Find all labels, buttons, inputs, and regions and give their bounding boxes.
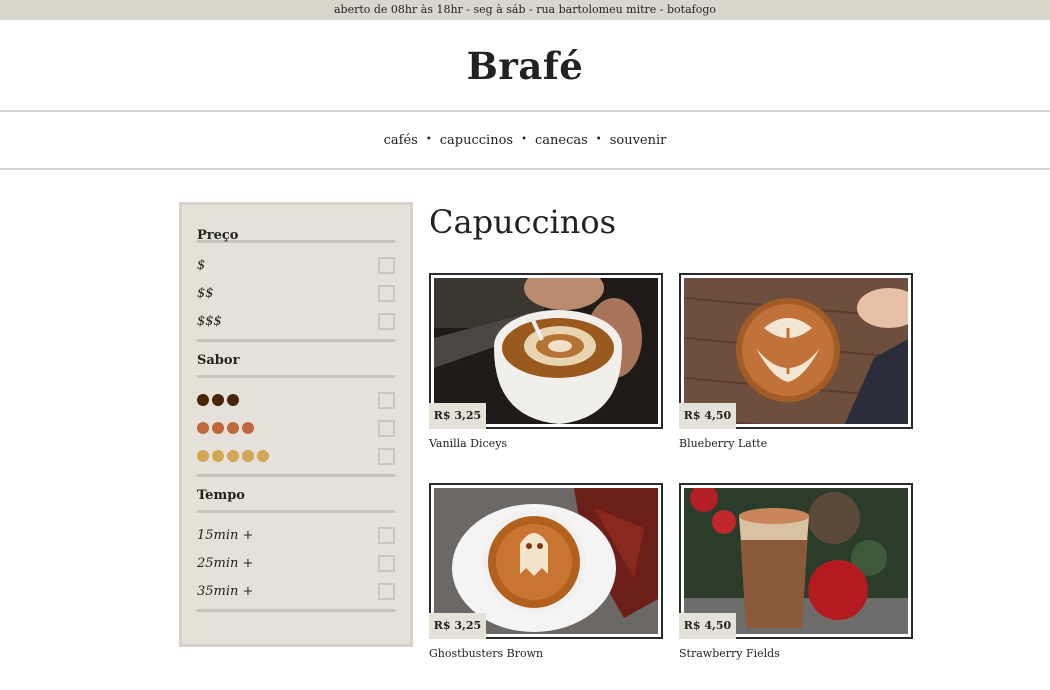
brand-logo[interactable]: Brafé	[0, 20, 1050, 87]
product-name[interactable]: Vanilla Diceys	[429, 437, 663, 450]
filter-time-label: 25min +	[197, 555, 254, 571]
filter-checkbox[interactable]	[378, 582, 395, 600]
product-image-frame[interactable]: R$ 4,50	[679, 273, 913, 429]
filter-flavor-option[interactable]	[197, 442, 395, 470]
flavor-dot	[242, 422, 254, 434]
flavor-dot	[227, 422, 239, 434]
filter-time-option[interactable]: 15min +	[197, 521, 395, 549]
nav-separator: •	[595, 134, 602, 145]
filter-checkbox[interactable]	[378, 526, 395, 544]
nav-separator: •	[521, 134, 527, 145]
product-name[interactable]: Ghostbusters Brown	[429, 647, 663, 660]
flavor-dot	[242, 450, 254, 462]
filter-price-option[interactable]: $$	[197, 279, 395, 307]
product-name[interactable]: Strawberry Fields	[679, 647, 913, 660]
nav-item-souvenir[interactable]: souvenir	[610, 133, 667, 148]
filter-price-label: $	[197, 257, 206, 273]
filter-price-title: Preço	[197, 205, 395, 243]
filter-checkbox[interactable]	[378, 256, 395, 274]
flavor-strength-dots	[197, 394, 239, 406]
product-image-frame[interactable]: R$ 3,25	[429, 483, 663, 639]
product-card[interactable]: R$ 3,25 Vanilla Diceys	[429, 273, 663, 450]
flavor-strength-dots	[197, 422, 254, 434]
divider	[197, 609, 395, 612]
filter-time-option[interactable]: 35min +	[197, 577, 395, 605]
filter-checkbox[interactable]	[378, 284, 395, 302]
product-section: Capuccinos R$ 3,25 Vanilla Diceys R$ 4,5…	[429, 202, 929, 660]
filter-price-label: $$	[197, 285, 214, 301]
filter-time-label: 35min +	[197, 583, 254, 599]
product-name[interactable]: Blueberry Latte	[679, 437, 913, 450]
flavor-dot	[227, 450, 239, 462]
info-bar: aberto de 08hr às 18hr - seg à sáb - rua…	[0, 0, 1050, 20]
nav-item-capuccinos[interactable]: capuccinos	[440, 133, 513, 148]
filter-checkbox[interactable]	[378, 419, 395, 437]
flavor-strength-dots	[197, 450, 269, 462]
page-title: Capuccinos	[429, 203, 617, 241]
nav-separator: •	[425, 134, 432, 145]
price-tag: R$ 3,25	[429, 403, 486, 429]
filter-price-label: $$$	[197, 313, 222, 329]
filter-flavor-title: Sabor	[197, 342, 395, 378]
flavor-dot	[212, 450, 224, 462]
flavor-dot	[197, 450, 209, 462]
filter-time-option[interactable]: 25min +	[197, 549, 395, 577]
filter-checkbox[interactable]	[378, 391, 395, 409]
price-tag: R$ 4,50	[679, 403, 736, 429]
header: Brafé	[0, 20, 1050, 112]
filter-price-option[interactable]: $$$	[197, 307, 395, 335]
price-tag: R$ 4,50	[679, 613, 736, 639]
price-tag: R$ 3,25	[429, 613, 486, 639]
filter-flavor-option[interactable]	[197, 414, 395, 442]
flavor-dot	[197, 422, 209, 434]
nav-item-canecas[interactable]: canecas	[535, 133, 588, 148]
flavor-dot	[212, 394, 224, 406]
flavor-dot	[197, 394, 209, 406]
product-image-frame[interactable]: R$ 4,50	[679, 483, 913, 639]
filter-time-label: 15min +	[197, 527, 254, 543]
filter-flavor-option[interactable]	[197, 386, 395, 414]
flavor-dot	[257, 450, 269, 462]
product-card[interactable]: R$ 4,50 Blueberry Latte	[679, 273, 913, 450]
product-image-frame[interactable]: R$ 3,25	[429, 273, 663, 429]
filter-checkbox[interactable]	[378, 554, 395, 572]
main-nav: cafés • capuccinos • canecas • souvenir	[0, 112, 1050, 170]
flavor-dot	[227, 394, 239, 406]
filter-time-title: Tempo	[197, 477, 395, 513]
product-card[interactable]: R$ 4,50 Strawberry Fields	[679, 483, 913, 660]
product-card[interactable]: R$ 3,25 Ghostbusters Brown	[429, 483, 663, 660]
filter-checkbox[interactable]	[378, 312, 395, 330]
nav-item-cafes[interactable]: cafés	[384, 133, 418, 148]
filter-checkbox[interactable]	[378, 447, 395, 465]
filter-price-option[interactable]: $	[197, 251, 395, 279]
filter-panel: Preço $ $$ $$$ Sabor Tempo 15min + 25min…	[179, 202, 413, 647]
info-text: aberto de 08hr às 18hr - seg à sáb - rua…	[333, 3, 717, 16]
flavor-dot	[212, 422, 224, 434]
